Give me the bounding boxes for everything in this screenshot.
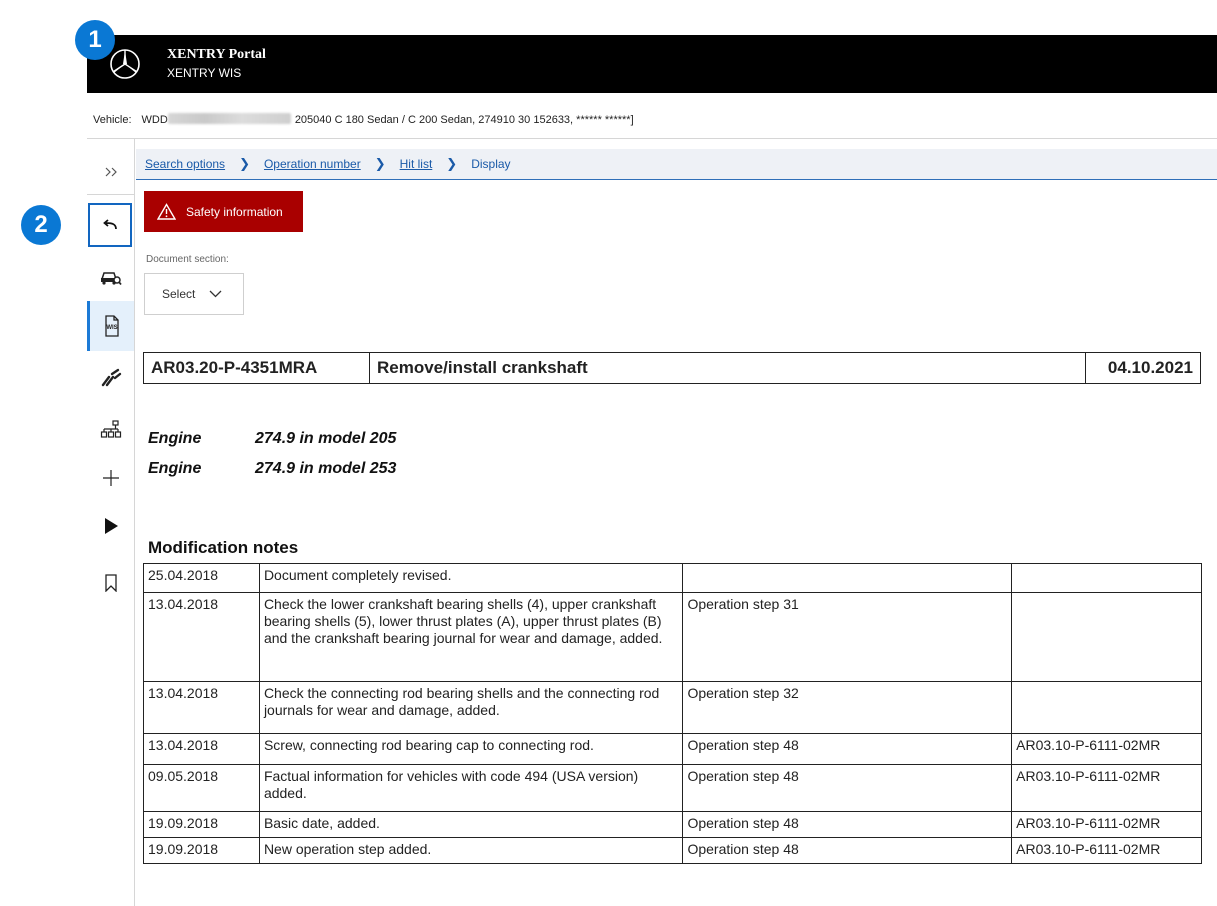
note-operation-step: Operation step 48	[682, 764, 1013, 812]
engine-line: Engine 274.9 in model 205	[148, 430, 396, 448]
vehicle-label: Vehicle:	[93, 114, 132, 126]
safety-information-button[interactable]: Safety information	[144, 191, 303, 232]
note-reference	[1011, 681, 1202, 734]
note-date: 19.09.2018	[143, 811, 260, 838]
engine-line: Engine 274.9 in model 253	[148, 460, 396, 478]
document-date: 04.10.2021	[1085, 352, 1201, 384]
breadcrumb-operation-number[interactable]: Operation number	[264, 157, 361, 171]
structure-tree-icon	[100, 420, 121, 438]
note-text: Check the connecting rod bearing shells …	[258, 681, 684, 734]
note-text: New operation step added.	[258, 837, 684, 864]
wis-document-icon: WIS	[105, 315, 119, 337]
chevron-right-icon: ❯	[374, 156, 386, 171]
svg-text:WIS: WIS	[106, 325, 117, 331]
note-date: 13.04.2018	[143, 733, 260, 765]
note-reference: AR03.10-P-6111-02MR	[1011, 811, 1202, 838]
breadcrumb: Search options ❯ Operation number ❯ Hit …	[136, 149, 1217, 180]
document-section-select[interactable]: Select	[144, 273, 244, 315]
note-operation-step: Operation step 48	[682, 733, 1013, 765]
warning-triangle-icon	[157, 203, 176, 220]
table-row: 25.04.2018 Document completely revised.	[143, 563, 1202, 593]
note-date: 19.09.2018	[143, 837, 260, 864]
note-text: Factual information for vehicles with co…	[258, 764, 684, 812]
note-operation-step: Operation step 48	[682, 837, 1013, 864]
breadcrumb-search-options[interactable]: Search options	[145, 157, 225, 171]
table-row: 19.09.2018 Basic date, added. Operation …	[143, 811, 1202, 838]
document-section-label: Document section:	[146, 254, 229, 265]
vehicle-search-button[interactable]	[87, 254, 134, 300]
document-title-table: AR03.20-P-4351MRA Remove/install cranksh…	[143, 352, 1201, 384]
note-text: Document completely revised.	[258, 563, 684, 593]
safety-information-label: Safety information	[186, 204, 283, 219]
mercedes-star-logo-icon	[110, 49, 140, 79]
callout-badge-2: 2	[21, 205, 61, 245]
sidebar-expand-button[interactable]	[87, 149, 134, 195]
add-button[interactable]	[87, 455, 134, 501]
chevron-right-icon: ❯	[239, 156, 250, 171]
note-date: 09.05.2018	[143, 764, 260, 812]
chevron-down-icon	[209, 290, 222, 298]
note-date: 13.04.2018	[143, 592, 260, 682]
tools-icon	[101, 368, 121, 387]
table-row: 13.04.2018 Screw, connecting rod bearing…	[143, 733, 1202, 765]
document-number: AR03.20-P-4351MRA	[143, 352, 370, 384]
vin-redacted	[167, 113, 291, 124]
portal-subtitle: XENTRY WIS	[167, 66, 242, 80]
back-arrow-icon	[103, 219, 117, 230]
note-date: 25.04.2018	[143, 563, 260, 593]
note-reference	[1011, 592, 1202, 682]
breadcrumb-current: Display	[471, 157, 511, 171]
sidebar: WIS	[87, 139, 135, 906]
note-reference: AR03.10-P-6111-02MR	[1011, 733, 1202, 765]
select-value: Select	[162, 287, 196, 301]
table-row: 13.04.2018 Check the lower crankshaft be…	[143, 592, 1202, 682]
note-text: Screw, connecting rod bearing cap to con…	[258, 733, 684, 765]
back-button[interactable]	[88, 203, 132, 247]
plus-icon	[102, 470, 119, 486]
portal-title: XENTRY Portal	[167, 47, 266, 62]
play-icon	[104, 518, 118, 534]
bookmark-button[interactable]	[87, 560, 134, 606]
note-operation-step: Operation step 31	[682, 592, 1013, 682]
tools-button[interactable]	[87, 355, 134, 401]
note-text: Check the lower crankshaft bearing shell…	[258, 592, 684, 682]
vehicle-details: 205040 C 180 Sedan / C 200 Sedan, 274910…	[294, 114, 634, 126]
note-text: Basic date, added.	[258, 811, 684, 838]
table-row: 09.05.2018 Factual information for vehic…	[143, 764, 1202, 812]
vehicle-search-icon	[100, 272, 122, 286]
wis-document-button[interactable]: WIS	[87, 301, 134, 351]
note-date: 13.04.2018	[143, 681, 260, 734]
table-row: 13.04.2018 Check the connecting rod bear…	[143, 681, 1202, 734]
chevron-right-icon: ❯	[446, 156, 458, 171]
bookmark-icon	[104, 574, 117, 592]
structure-button[interactable]	[87, 407, 134, 453]
note-operation-step: Operation step 32	[682, 681, 1013, 734]
double-chevron-right-icon	[105, 167, 117, 176]
note-reference	[1011, 563, 1202, 593]
vehicle-vin-prefix: WDD	[141, 114, 168, 126]
document-title: Remove/install crankshaft	[369, 352, 1086, 384]
vehicle-info: Vehicle: WDD 205040 C 180 Sedan / C 200 Se…	[93, 113, 634, 126]
breadcrumb-hit-list[interactable]: Hit list	[400, 157, 433, 171]
engine-value: 274.9 in model 205	[255, 430, 397, 447]
modification-notes-table: 25.04.2018 Document completely revised. …	[143, 563, 1202, 864]
note-reference: AR03.10-P-6111-02MR	[1011, 837, 1202, 864]
engine-value: 274.9 in model 253	[255, 460, 397, 477]
note-operation-step: Operation step 48	[682, 811, 1013, 838]
table-row: 19.09.2018 New operation step added. Ope…	[143, 837, 1202, 864]
callout-badge-1: 1	[75, 20, 115, 60]
divider	[87, 138, 1217, 139]
play-button[interactable]	[87, 503, 134, 549]
engine-label: Engine	[148, 460, 202, 477]
note-operation-step	[682, 563, 1013, 593]
engine-label: Engine	[148, 430, 202, 447]
app-header: XENTRY Portal XENTRY WIS	[87, 35, 1217, 93]
note-reference: AR03.10-P-6111-02MR	[1011, 764, 1202, 812]
modification-notes-heading: Modification notes	[148, 538, 299, 557]
